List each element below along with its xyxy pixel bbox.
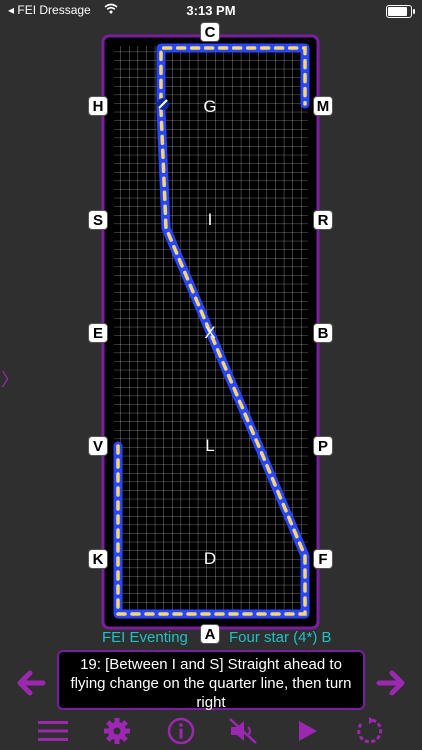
info-icon[interactable] — [164, 716, 198, 746]
marker-r[interactable]: R — [313, 210, 333, 230]
marker-c[interactable]: C — [200, 22, 220, 42]
replay-icon[interactable] — [352, 716, 386, 746]
inner-letter-g: G — [203, 97, 217, 116]
inner-letter-i: I — [207, 210, 213, 229]
gear-icon[interactable] — [100, 716, 134, 746]
arrow-left-icon[interactable] — [13, 666, 47, 700]
test-category: FEI Eventing — [102, 629, 188, 646]
marker-h[interactable]: H — [88, 96, 108, 116]
marker-a[interactable]: A — [200, 624, 220, 644]
movement-instruction: 19: [Between I and S] Straight ahead to … — [57, 650, 365, 711]
marker-b[interactable]: B — [313, 323, 333, 343]
inner-letter-d: D — [203, 549, 217, 568]
marker-s[interactable]: S — [88, 210, 108, 230]
side-panel-chevron-icon[interactable]: 〉 — [1, 366, 19, 392]
mute-icon[interactable] — [226, 716, 260, 746]
marker-e[interactable]: E — [88, 323, 108, 343]
inner-letter-l: L — [205, 436, 215, 455]
marker-f[interactable]: F — [313, 549, 333, 569]
menu-icon[interactable] — [36, 716, 70, 746]
dressage-arena — [101, 34, 320, 630]
marker-k[interactable]: K — [88, 549, 108, 569]
inner-letter-x: X — [204, 323, 216, 342]
marker-m[interactable]: M — [313, 96, 333, 116]
marker-v[interactable]: V — [88, 436, 108, 456]
test-level: Four star (4*) B — [229, 629, 332, 646]
play-icon[interactable] — [290, 716, 324, 746]
arrow-right-icon[interactable] — [375, 666, 409, 700]
marker-p[interactable]: P — [313, 436, 333, 456]
